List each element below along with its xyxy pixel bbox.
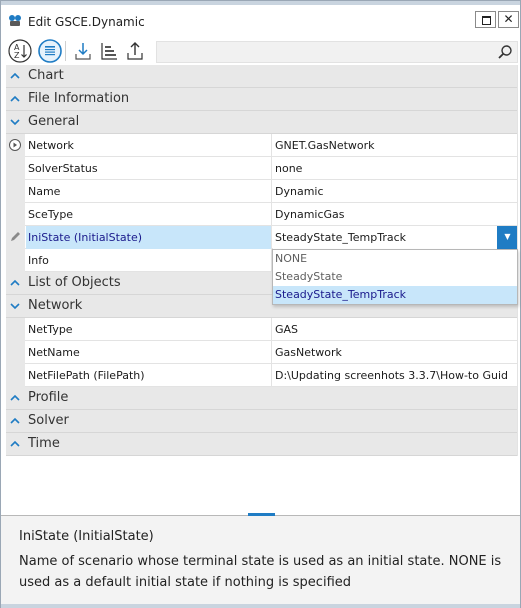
property-value[interactable]: GAS	[273, 318, 518, 341]
row-gutter	[6, 364, 25, 387]
property-name: Info	[26, 249, 272, 272]
category-label: Solver	[28, 413, 69, 428]
category-solver[interactable]: Solver	[6, 410, 518, 433]
category-label: File Information	[28, 91, 130, 106]
description-title: IniState (InitialState)	[19, 529, 154, 544]
toolbar-separator	[65, 41, 66, 61]
chevron-up-icon[interactable]	[9, 392, 21, 404]
navigate-icon[interactable]	[8, 138, 22, 152]
row-gutter	[6, 157, 25, 180]
dropdown-option-none[interactable]: NONE	[273, 250, 517, 268]
inistate-select[interactable]: SteadyState_TempTrack	[273, 226, 518, 249]
property-row-netname[interactable]: NetName GasNetwork	[6, 341, 518, 364]
pencil-icon	[11, 232, 20, 241]
category-label: Network	[28, 298, 83, 313]
dropdown-option-steadystate[interactable]: SteadyState	[273, 268, 517, 286]
category-chart[interactable]: Chart	[6, 65, 518, 88]
dropdown-option-steadystate-temptrack[interactable]: SteadyState_TempTrack	[273, 286, 517, 304]
categorize-icon[interactable]	[38, 39, 62, 63]
row-gutter	[6, 318, 25, 341]
category-time[interactable]: Time	[6, 433, 518, 456]
property-name: NetName	[26, 341, 272, 364]
property-name: Name	[26, 180, 272, 203]
property-row-name[interactable]: Name Dynamic	[6, 180, 518, 203]
window-bottom-border	[1, 604, 520, 608]
property-value[interactable]: Dynamic	[273, 180, 518, 203]
category-file-information[interactable]: File Information	[6, 88, 518, 111]
category-label: Profile	[28, 390, 69, 405]
property-row-solverstatus[interactable]: SolverStatus none	[6, 157, 518, 180]
category-label: Time	[28, 436, 60, 451]
chevron-down-icon[interactable]	[9, 116, 21, 128]
inistate-dropdown-list[interactable]: NONE SteadyState SteadyState_TempTrack	[272, 249, 518, 305]
category-general[interactable]: General	[6, 111, 518, 134]
export-icon[interactable]	[123, 39, 147, 63]
close-icon: ✕	[503, 12, 514, 26]
property-value[interactable]: GasNetwork	[273, 341, 518, 364]
row-gutter	[6, 341, 25, 364]
description-panel: IniState (InitialState) Name of scenario…	[1, 516, 520, 604]
row-gutter	[6, 134, 25, 157]
dropdown-button[interactable]: ▼	[497, 226, 518, 249]
window-top-border	[1, 1, 520, 5]
title-bar[interactable]: Edit GSCE.Dynamic	[1, 9, 520, 35]
property-name: NetFilePath (FilePath)	[26, 364, 272, 387]
property-value[interactable]: D:\Updating screenhots 3.3.7\How-to Guid	[273, 364, 518, 387]
chevron-down-icon[interactable]	[9, 300, 21, 312]
chevron-up-icon[interactable]	[9, 438, 21, 450]
property-row-scetype[interactable]: SceType DynamicGas	[6, 203, 518, 226]
property-row-nettype[interactable]: NetType GAS	[6, 318, 518, 341]
toolbar: A Z	[1, 37, 520, 65]
sort-az-icon[interactable]: A Z	[8, 39, 32, 63]
search-icon[interactable]	[497, 44, 513, 60]
row-gutter	[6, 249, 25, 272]
property-value[interactable]: none	[273, 157, 518, 180]
property-row-inistate[interactable]: IniState (InitialState) SteadyState_Temp…	[6, 226, 518, 249]
search-input[interactable]	[156, 41, 518, 63]
category-label: List of Objects	[28, 275, 121, 290]
category-label: General	[28, 114, 80, 129]
property-value[interactable]: DynamicGas	[273, 203, 518, 226]
chevron-up-icon[interactable]	[9, 93, 21, 105]
property-name: NetType	[26, 318, 272, 341]
category-label: Chart	[28, 68, 64, 83]
chevron-down-icon: ▼	[504, 232, 511, 241]
property-name: SolverStatus	[26, 157, 272, 180]
property-row-network[interactable]: Network GNET.GasNetwork	[6, 134, 518, 157]
import-icon[interactable]	[71, 39, 95, 63]
property-row-netfilepath[interactable]: NetFilePath (FilePath) D:\Updating scree…	[6, 364, 518, 387]
tree-icon[interactable]	[97, 39, 121, 63]
chevron-up-icon[interactable]	[9, 277, 21, 289]
close-button[interactable]: ✕	[498, 11, 519, 28]
chevron-up-icon[interactable]	[9, 70, 21, 82]
description-text: Name of scenario whose terminal state is…	[19, 554, 502, 590]
app-icon	[9, 15, 21, 26]
property-name: IniState (InitialState)	[26, 226, 272, 249]
row-gutter	[6, 226, 25, 249]
category-profile[interactable]: Profile	[6, 387, 518, 410]
svg-text:Z: Z	[14, 51, 20, 60]
row-gutter	[6, 203, 25, 226]
property-editor-window: Edit GSCE.Dynamic ✕ A Z Chart File Infor…	[0, 0, 521, 608]
property-value[interactable]: GNET.GasNetwork	[273, 134, 518, 157]
row-gutter	[6, 180, 25, 203]
maximize-button[interactable]	[475, 11, 496, 28]
property-name: SceType	[26, 203, 272, 226]
window-title: Edit GSCE.Dynamic	[28, 15, 145, 29]
chevron-up-icon[interactable]	[9, 415, 21, 427]
property-name: Network	[26, 134, 272, 157]
